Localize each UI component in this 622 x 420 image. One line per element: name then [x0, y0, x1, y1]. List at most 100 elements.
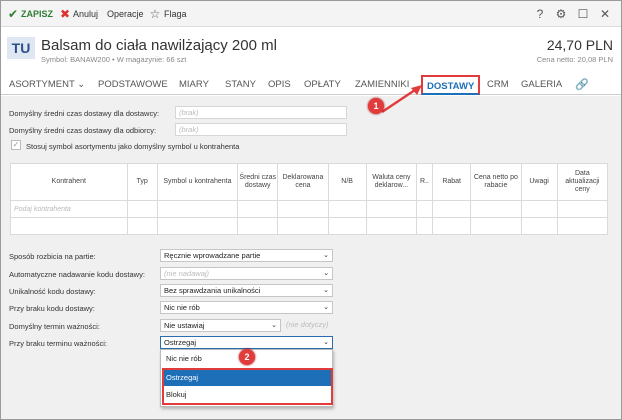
col-discount[interactable]: Rabat [432, 163, 472, 201]
tab-crm[interactable]: CRM [487, 75, 509, 95]
filter-cell[interactable] [277, 200, 329, 218]
col-notes[interactable]: Uwagi [520, 163, 558, 201]
unique-select[interactable]: Bez sprawdzania unikalności ⌄ [160, 284, 333, 297]
no-expiry-label: Przy braku terminu ważności: [9, 339, 107, 348]
filter-cell[interactable] [556, 200, 609, 218]
filter-cell[interactable] [520, 200, 558, 218]
table-cell [237, 217, 279, 235]
col-typ[interactable]: Typ [126, 163, 158, 201]
tab-bar: ASORTYMENT ⌄ PODSTAWOWE MIARY STANY OPIS… [1, 75, 621, 95]
tab-galeria[interactable]: GALERIA [521, 75, 562, 95]
avg-supplier-label: Domyślny średni czas dostawy dla dostawc… [9, 109, 160, 118]
auto-code-value: (nie nadawaj) [164, 269, 210, 278]
symbol-checkbox[interactable]: ✓ [11, 140, 21, 150]
expiry-select[interactable]: Nie ustawiaj ⌄ [160, 319, 281, 332]
save-button[interactable]: ZAPISZ [21, 1, 53, 27]
expiry-label: Domyślny termin ważności: [9, 322, 100, 331]
no-expiry-select[interactable]: Ostrzegaj ⌄ [160, 336, 333, 349]
table-cell [156, 217, 239, 235]
tab-miary[interactable]: MIARY [179, 75, 209, 95]
chevron-down-icon: ⌄ [323, 270, 329, 277]
col-update-date[interactable]: Data aktualizacji ceny [556, 163, 609, 201]
auto-code-select[interactable]: (nie nadawaj) ⌄ [160, 267, 333, 280]
chevron-down-icon: ⌄ [323, 304, 329, 311]
paperclip-icon[interactable]: 🔗 [575, 75, 589, 95]
unique-value: Bez sprawdzania unikalności [164, 286, 261, 295]
col-avg-time[interactable]: Średni czas dostawy [237, 163, 279, 201]
avg-recipient-label: Domyślny średni czas dostawy dla odbiorc… [9, 126, 157, 135]
highlight-box [162, 368, 333, 405]
chevron-down-icon: ⌄ [77, 79, 86, 90]
chevron-down-icon: ⌄ [323, 287, 329, 294]
no-code-value: Nic nie rób [164, 303, 200, 312]
no-code-select[interactable]: Nic nie rób ⌄ [160, 301, 333, 314]
table-cell [432, 217, 472, 235]
col-currency[interactable]: Waluta ceny deklarow... [365, 163, 417, 201]
table-cell [520, 217, 558, 235]
table-cell [365, 217, 417, 235]
table-header-row: Kontrahent Typ Symbol u kontrahenta Śred… [10, 163, 609, 201]
table-cell [327, 217, 367, 235]
table-cell [10, 217, 128, 235]
step-badge-2: 2 [239, 349, 255, 365]
chevron-down-icon: ⌄ [323, 339, 329, 346]
unique-label: Unikalność kodu dostawy: [9, 287, 96, 296]
close-icon: ✖ [59, 7, 71, 21]
filter-cell[interactable] [470, 200, 522, 218]
table-cell [126, 217, 158, 235]
split-label: Sposób rozbicia na partie: [9, 252, 96, 261]
filter-cell[interactable] [432, 200, 472, 218]
flag-button[interactable]: Flaga [164, 1, 187, 27]
page-title: Balsam do ciała nawilżający 200 ml [41, 37, 277, 54]
avg-recipient-field[interactable]: (brak) [175, 123, 347, 136]
check-icon: ✔ [7, 7, 19, 21]
filter-cell[interactable] [327, 200, 367, 218]
avatar: TU [7, 37, 35, 59]
cancel-button[interactable]: Anuluj [73, 1, 98, 27]
split-value: Ręcznie wprowadzane partie [164, 251, 261, 260]
help-icon[interactable]: ? [532, 1, 548, 27]
col-declared-price[interactable]: Deklarowana cena [277, 163, 329, 201]
col-nb[interactable]: N/B [327, 163, 367, 201]
item-net-price: Cena netto: 20,08 PLN [536, 55, 613, 64]
symbol-checkbox-label: Stosuj symbol asortymentu jako domyślny … [26, 142, 240, 151]
tab-podstawowe[interactable]: PODSTAWOWE [98, 75, 168, 95]
contractor-filter-input[interactable]: Podaj kontrahenta [10, 200, 128, 218]
no-code-label: Przy braku kodu dostawy: [9, 304, 95, 313]
table-cell [415, 217, 434, 235]
toolbar: ✔ ZAPISZ ✖ Anuluj Operacje ☆ Flaga ? ⚙ ☐… [1, 1, 621, 27]
table-row [10, 217, 609, 235]
tab-label: ASORTYMENT [9, 79, 75, 90]
table-cell [277, 217, 329, 235]
col-net-price[interactable]: Cena netto po rabacie [470, 163, 522, 201]
arrow-icon [381, 85, 422, 114]
gear-icon[interactable]: ⚙ [553, 1, 569, 27]
item-price: 24,70 PLN [546, 37, 613, 53]
filter-cell[interactable] [365, 200, 417, 218]
filter-cell[interactable] [415, 200, 434, 218]
expiry-hint: (nie dotyczy) [283, 319, 333, 332]
maximize-icon[interactable]: ☐ [575, 1, 591, 27]
tab-opis[interactable]: OPIS [268, 75, 291, 95]
tab-stany[interactable]: STANY [225, 75, 256, 95]
suppliers-table: Kontrahent Typ Symbol u kontrahenta Śred… [10, 163, 609, 235]
col-r[interactable]: R.. [415, 163, 434, 201]
star-icon: ☆ [149, 7, 161, 21]
col-kontrahent[interactable]: Kontrahent [10, 163, 128, 201]
operations-menu[interactable]: Operacje [107, 1, 144, 27]
no-expiry-value: Ostrzegaj [164, 338, 197, 347]
close-window-icon[interactable]: ✕ [597, 1, 613, 27]
filter-cell[interactable] [156, 200, 239, 218]
split-select[interactable]: Ręcznie wprowadzane partie ⌄ [160, 249, 333, 262]
filter-cell[interactable] [126, 200, 158, 218]
table-cell [470, 217, 522, 235]
step-badge-1: 1 [368, 98, 384, 114]
chevron-down-icon: ⌄ [271, 322, 277, 329]
tab-dostawy[interactable]: DOSTAWY [421, 75, 481, 95]
filter-cell[interactable] [237, 200, 279, 218]
tab-asortyment[interactable]: ASORTYMENT ⌄ [9, 75, 85, 95]
tab-oplaty[interactable]: OPŁATY [304, 75, 341, 95]
chevron-down-icon: ⌄ [323, 252, 329, 259]
col-symbol[interactable]: Symbol u kontrahenta [156, 163, 239, 201]
avg-supplier-field[interactable]: (brak) [175, 106, 347, 119]
